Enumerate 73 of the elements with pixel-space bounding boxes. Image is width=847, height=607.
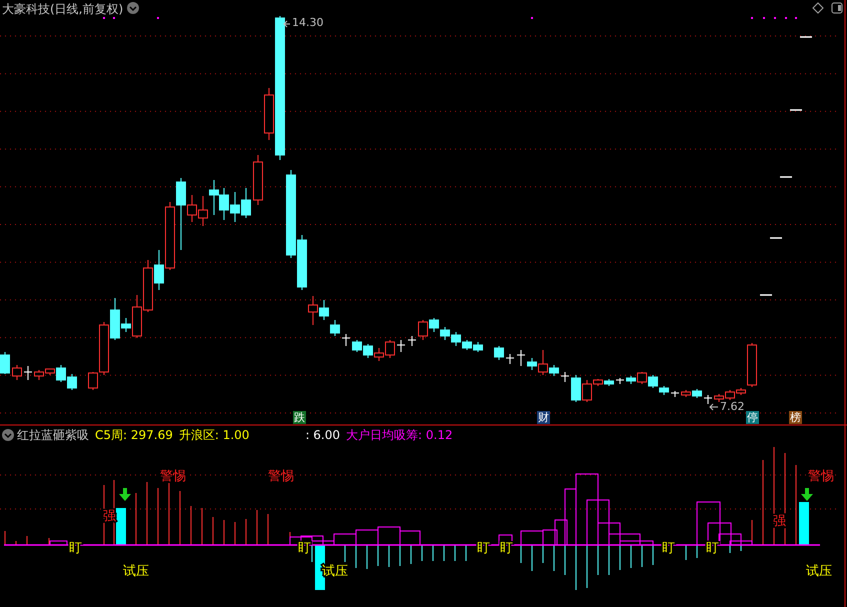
candlestick: [451, 332, 461, 346]
signal-label: 盯: [69, 541, 82, 556]
candlestick: [408, 336, 416, 346]
candlestick: [209, 180, 219, 216]
chevron-down-icon[interactable]: [2, 429, 14, 441]
candlestick: [363, 344, 373, 358]
candlestick: [659, 386, 669, 396]
price-label: 14.30: [292, 16, 324, 30]
candlestick: [67, 374, 77, 390]
candlestick: [462, 340, 472, 350]
candlestick: [330, 320, 340, 336]
event-marker: 榜: [789, 411, 802, 424]
signal-bar: [116, 508, 126, 545]
candlestick: [560, 372, 570, 382]
signal-label: 警惕: [268, 469, 294, 484]
signal-label: 盯: [662, 541, 675, 556]
indicator-name: 红拉蓝砸紫吸: [17, 428, 89, 443]
candlestick: [308, 296, 318, 326]
candlestick: [24, 366, 32, 380]
candlestick: [143, 260, 153, 312]
signal-label: 盯: [477, 541, 490, 556]
indicator-value: 大户日均吸筹: 0.12: [346, 428, 453, 443]
signal-label: 试压: [806, 564, 832, 579]
indicator-value: : 6.00: [305, 428, 340, 443]
signal-label: 盯: [706, 541, 719, 556]
candlestick: [319, 300, 329, 320]
candlestick: [219, 188, 229, 220]
candlestick: [571, 374, 581, 402]
candlestick: [230, 192, 240, 222]
candlestick: [616, 378, 624, 384]
signal-label: 试压: [123, 564, 149, 579]
down-arrow-icon: [801, 488, 813, 501]
candlestick: [429, 318, 439, 332]
candlestick: [516, 350, 526, 366]
candlestick: [241, 188, 251, 218]
candlestick: [714, 394, 724, 402]
candlestick: [385, 340, 395, 358]
chart-title: 大豪科技(日线,前复权): [1, 1, 124, 17]
price-label: 7.62: [720, 400, 744, 414]
candlestick: [670, 390, 680, 398]
candlestick: [648, 374, 658, 388]
event-marker: 跌: [293, 411, 306, 424]
candlestick: [12, 364, 22, 380]
indicator-value: C5周: 297.69: [95, 428, 173, 443]
candlestick: [473, 342, 483, 352]
diamond-icon[interactable]: [812, 2, 824, 14]
panel-toggle-icon[interactable]: [832, 2, 842, 14]
candlestick: [692, 388, 702, 398]
event-marker: 财: [537, 411, 550, 424]
candlestick: [342, 334, 350, 346]
event-marker: 停: [746, 411, 759, 424]
signal-label: 盯: [500, 541, 513, 556]
arrow-icon: [283, 20, 290, 28]
candlestick: [494, 346, 504, 360]
signal-label: 警惕: [160, 469, 186, 484]
chevron-down-icon[interactable]: [127, 2, 139, 14]
indicator-value: 升浪区: 1.00: [178, 428, 250, 443]
candlestick: [253, 154, 263, 206]
candlestick: [725, 390, 735, 400]
down-arrow-icon: [119, 488, 131, 501]
candlestick: [374, 348, 384, 362]
candlestick: [396, 340, 406, 352]
candlestick: [198, 196, 208, 226]
candlestick: [0, 352, 10, 374]
signal-bar: [799, 502, 809, 545]
candlestick: [506, 354, 514, 364]
arrow-icon: [709, 404, 718, 410]
candlestick: [704, 394, 712, 404]
signal-label: 警惕: [808, 469, 834, 484]
signal-label: 盯: [298, 541, 311, 556]
candlestick: [352, 340, 362, 352]
candlestick: [418, 320, 428, 340]
candlestick: [440, 326, 450, 340]
